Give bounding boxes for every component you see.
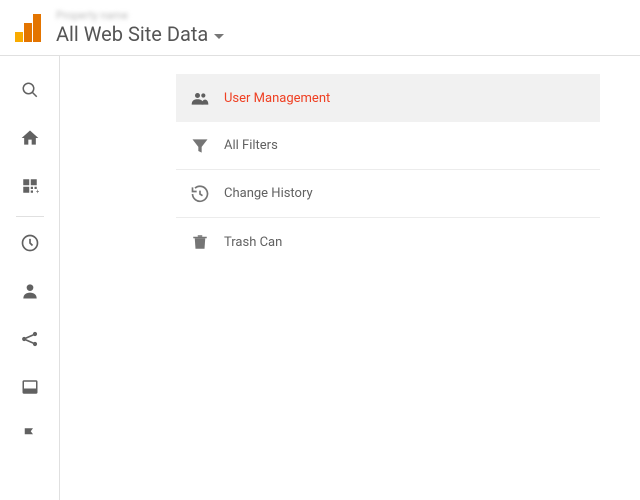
behavior-icon (21, 378, 39, 400)
admin-item-label: Change History (224, 186, 313, 201)
nav-behavior[interactable] (6, 365, 54, 413)
home-icon (20, 128, 40, 152)
history-icon (190, 184, 210, 204)
analytics-logo-icon (14, 14, 42, 42)
share-icon (20, 329, 40, 353)
nav-home[interactable] (6, 116, 54, 164)
caret-down-icon (214, 25, 224, 44)
nav-acquisition[interactable] (6, 317, 54, 365)
admin-item-trash-can[interactable]: Trash Can (176, 218, 600, 266)
admin-item-label: User Management (224, 91, 330, 106)
trash-icon (190, 232, 210, 252)
nav-realtime[interactable] (6, 221, 54, 269)
clock-icon (20, 233, 40, 257)
view-name: All Web Site Data (56, 23, 208, 45)
nav-search[interactable] (6, 68, 54, 116)
header-title-block: Property name All Web Site Data (56, 10, 224, 45)
admin-item-label: Trash Can (224, 235, 282, 250)
admin-item-label: All Filters (224, 138, 278, 153)
admin-item-all-filters[interactable]: All Filters (176, 122, 600, 170)
filter-icon (190, 136, 210, 156)
svg-text:+: + (36, 189, 39, 196)
users-icon (190, 88, 210, 108)
dashboard-icon: + (21, 177, 39, 199)
left-sidebar: + (0, 56, 60, 500)
property-label: Property name (56, 10, 224, 21)
admin-item-user-management[interactable]: User Management (176, 74, 600, 122)
admin-item-change-history[interactable]: Change History (176, 170, 600, 218)
search-icon (21, 81, 39, 103)
view-selector[interactable]: All Web Site Data (56, 23, 224, 45)
sidebar-divider (16, 216, 44, 217)
admin-panel: User Management All Filters Change Histo… (60, 56, 640, 500)
nav-customization[interactable]: + (6, 164, 54, 212)
app-header: Property name All Web Site Data (0, 0, 640, 56)
person-icon (20, 281, 40, 305)
flag-icon (21, 426, 39, 448)
nav-audience[interactable] (6, 269, 54, 317)
nav-conversions[interactable] (6, 413, 54, 461)
